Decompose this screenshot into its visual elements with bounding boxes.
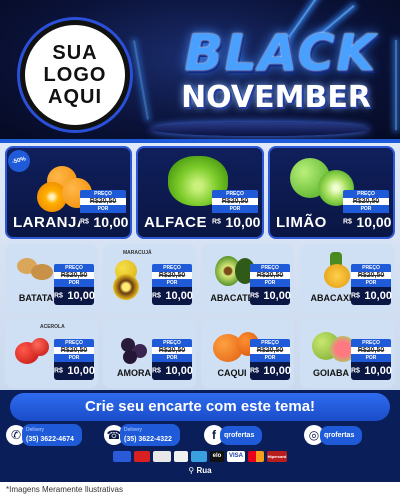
price-tag: PREÇO R$20,50 POR R$ 10,00	[152, 264, 193, 305]
price-from-label: PREÇO	[80, 190, 126, 198]
price-to-label: POR	[212, 205, 258, 213]
price-tag: PREÇO R$20,50 POR R$ 10,00	[80, 190, 129, 231]
product-name: LIMÃO	[276, 214, 327, 231]
product-card-goiaba[interactable]: GOIABA PREÇO R$20,50 POR R$ 10,00	[300, 318, 395, 388]
light-beam	[133, 40, 149, 120]
contact-label: Delivery	[26, 427, 45, 433]
elo-icon: elo	[210, 450, 224, 462]
location-pin-icon: ⚲	[188, 466, 195, 475]
cta-banner[interactable]: Crie seu encarte com este tema!	[10, 393, 390, 421]
price-tag: PREÇO R$20,50 POR R$ 10,00	[351, 264, 392, 305]
facebook-handle: qrofertas	[224, 431, 255, 439]
address-text: Rua	[196, 466, 212, 475]
payment-cash-icon	[153, 450, 171, 462]
disclaimer-text: *Imagens Meramente Ilustrativas	[6, 485, 123, 494]
contact-label: Delivery	[124, 427, 143, 433]
old-price: R$20,50	[80, 198, 126, 205]
title-platform	[150, 122, 370, 136]
pineapple-image	[324, 264, 350, 288]
whatsapp-number: (35) 3622-4674	[26, 436, 74, 443]
price-tag: PREÇO R$20,50 POR R$ 10,00	[212, 190, 261, 231]
potato-image	[31, 264, 53, 280]
payment-pix-icon	[191, 450, 207, 462]
price-from-label: PREÇO	[343, 190, 389, 198]
contacts-bar: ✆ Delivery (35) 3622-4674 ☎ Delivery (35…	[0, 423, 400, 448]
mastercard-icon	[248, 450, 264, 462]
passion-fruit-half-image	[113, 274, 139, 300]
whatsapp-contact[interactable]: ✆ Delivery (35) 3622-4674	[6, 424, 82, 446]
instagram-contact[interactable]: ◎ qrofertas	[304, 425, 363, 445]
visa-icon: VISA	[227, 450, 245, 462]
blackberry-image	[123, 350, 137, 364]
product-card-amora[interactable]: AMORA PREÇO R$20,50 POR R$ 10,00	[103, 318, 196, 388]
payment-card-icon	[134, 450, 150, 462]
price-tag: PREÇO R$20,50 POR R$ 10,00	[54, 264, 95, 305]
price-tag: PREÇO R$20,50 POR R$ 10,00	[343, 190, 392, 231]
phone-contact[interactable]: ☎ Delivery (35) 3622-4322	[104, 424, 180, 446]
price-to-label: POR	[343, 205, 389, 213]
facebook-contact[interactable]: f qrofertas	[204, 425, 263, 445]
product-card-alface[interactable]: ALFACE PREÇO R$20,50 POR R$ 10,00	[136, 146, 264, 239]
logo-placeholder[interactable]: SUA LOGO AQUI	[20, 20, 130, 130]
old-price: R$20,50	[343, 198, 389, 205]
acerola-image	[31, 338, 49, 356]
price-tag: PREÇO R$20,50 POR R$ 10,00	[351, 339, 392, 380]
footer-bar: *Imagens Meramente Ilustrativas	[0, 482, 400, 500]
product-card-limao[interactable]: LIMÃO PREÇO R$20,50 POR R$ 10,00	[268, 146, 395, 239]
product-name: LARANJA	[13, 214, 89, 231]
instagram-handle: qrofertas	[324, 431, 355, 439]
product-card-maracuja[interactable]: MARACUJÁ PREÇO R$20,50 POR R$ 10,00	[103, 244, 196, 313]
light-beam	[395, 40, 397, 130]
old-price: R$20,50	[212, 198, 258, 205]
price-tag: PREÇO R$20,50 POR R$ 10,00	[250, 264, 291, 305]
product-card-batata[interactable]: BATATA PREÇO R$20,50 POR R$ 10,00	[5, 244, 98, 313]
price-from-label: PREÇO	[212, 190, 258, 198]
current-price: R$ 10,00	[212, 213, 261, 231]
logo-line: LOGO	[43, 64, 107, 86]
logo-line: SUA	[52, 42, 98, 64]
current-price: R$ 10,00	[80, 213, 129, 231]
payment-card-icon	[174, 450, 188, 462]
price-tag: PREÇO R$20,50 POR R$ 10,00	[152, 339, 193, 380]
title-black: BLACK	[184, 24, 378, 82]
product-card-abacate[interactable]: ABACATE PREÇO R$20,50 POR R$ 10,00	[201, 244, 294, 313]
product-card-abacaxi[interactable]: ABACAXI PREÇO R$20,50 POR R$ 10,00	[300, 244, 395, 313]
product-tag: ACEROLA	[40, 324, 65, 330]
logo-line: AQUI	[48, 86, 102, 108]
product-tag: MARACUJÁ	[123, 250, 152, 256]
products-section: LARANJA PREÇO R$20,50 POR R$ 10,00 ALFAC…	[0, 143, 400, 390]
price-tag: PREÇO R$20,50 POR R$ 10,00	[250, 339, 291, 380]
hipercard-icon: Hipercard	[267, 450, 287, 462]
payment-methods: elo VISA Hipercard	[90, 449, 310, 463]
title-november: NOVEMBER	[181, 80, 371, 115]
header-banner: SUA LOGO AQUI BLACK NOVEMBER	[0, 0, 400, 143]
product-card-caqui[interactable]: CAQUI PREÇO R$20,50 POR R$ 10,00	[201, 318, 294, 388]
phone-number: (35) 3622-4322	[124, 436, 172, 443]
current-price: R$ 10,00	[343, 213, 392, 231]
product-card-acerola[interactable]: ACEROLA PREÇO R$20,50 POR R$ 10,00	[5, 318, 98, 388]
address-line: ⚲ Rua	[0, 466, 400, 480]
payment-card-icon	[113, 450, 131, 462]
product-name: ALFACE	[144, 214, 207, 231]
price-to-label: POR	[80, 205, 126, 213]
price-tag: PREÇO R$20,50 POR R$ 10,00	[54, 339, 95, 380]
